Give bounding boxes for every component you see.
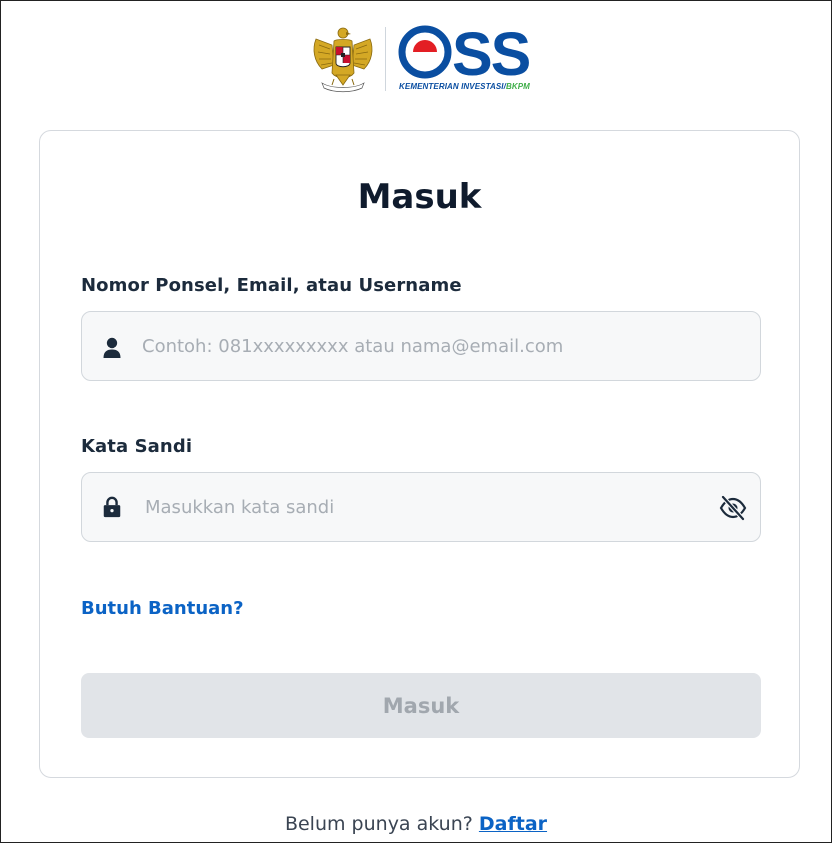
password-field[interactable]	[81, 472, 761, 542]
register-prompt-text: Belum punya akun?	[284, 813, 473, 835]
oss-tagline: KEMENTERIAN INVESTASI/BKPM	[399, 82, 530, 91]
username-field[interactable]	[81, 311, 761, 381]
page-frame: SS KEMENTERIAN INVESTASI/BKPM Masuk Nomo…	[0, 0, 832, 843]
username-label: Nomor Ponsel, Email, atau Username	[81, 275, 462, 296]
password-input[interactable]	[145, 473, 705, 541]
page-title: Masuk	[357, 177, 482, 217]
register-link[interactable]: Daftar	[479, 813, 547, 835]
oss-wordmark-icon: SS	[398, 25, 532, 81]
user-icon	[103, 337, 121, 358]
lock-icon	[103, 496, 121, 518]
login-submit-button[interactable]: Masuk	[81, 673, 761, 738]
oss-logo: SS KEMENTERIAN INVESTASI/BKPM	[398, 25, 533, 93]
header-logo: SS KEMENTERIAN INVESTASI/BKPM	[310, 25, 533, 95]
login-card: Masuk Nomor Ponsel, Email, atau Username…	[39, 130, 800, 778]
username-input[interactable]	[142, 312, 702, 380]
help-link[interactable]: Butuh Bantuan?	[81, 598, 244, 619]
logo-divider	[385, 27, 386, 91]
eye-slash-icon	[719, 495, 747, 521]
password-label: Kata Sandi	[81, 436, 193, 457]
garuda-emblem-icon	[313, 27, 373, 93]
svg-text:SS: SS	[452, 25, 530, 81]
toggle-password-visibility-button[interactable]	[718, 493, 748, 523]
register-prompt: Belum punya akun? Daftar	[1, 813, 831, 835]
